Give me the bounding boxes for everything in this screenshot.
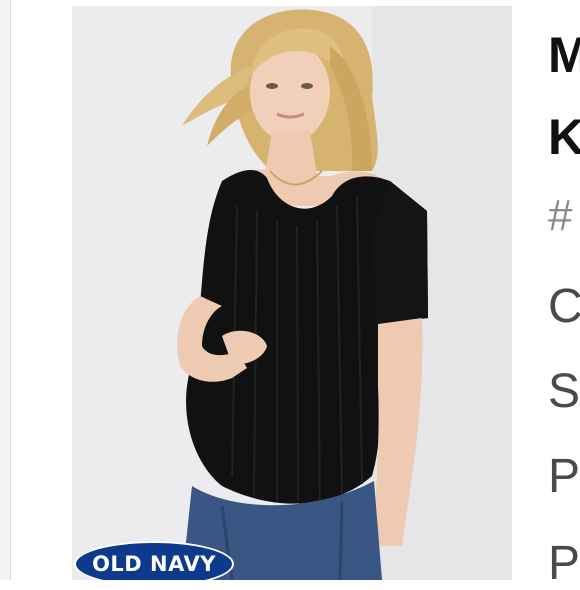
detail-line-price: P [548,450,580,503]
left-frame-edge [0,0,11,580]
brand-logo-text: OLD NAVY [92,552,216,576]
detail-line-size: S [548,365,580,418]
detail-line-extra: P [548,537,580,590]
product-photo[interactable]: OLD NAVY [72,6,512,580]
brand-logo-badge: OLD NAVY [74,541,234,580]
product-sku: # [548,191,573,240]
model-illustration [72,6,512,580]
product-title-line-2: K [548,109,580,165]
detail-line-condition: C [548,280,580,333]
product-title-line-1: M [548,27,580,83]
